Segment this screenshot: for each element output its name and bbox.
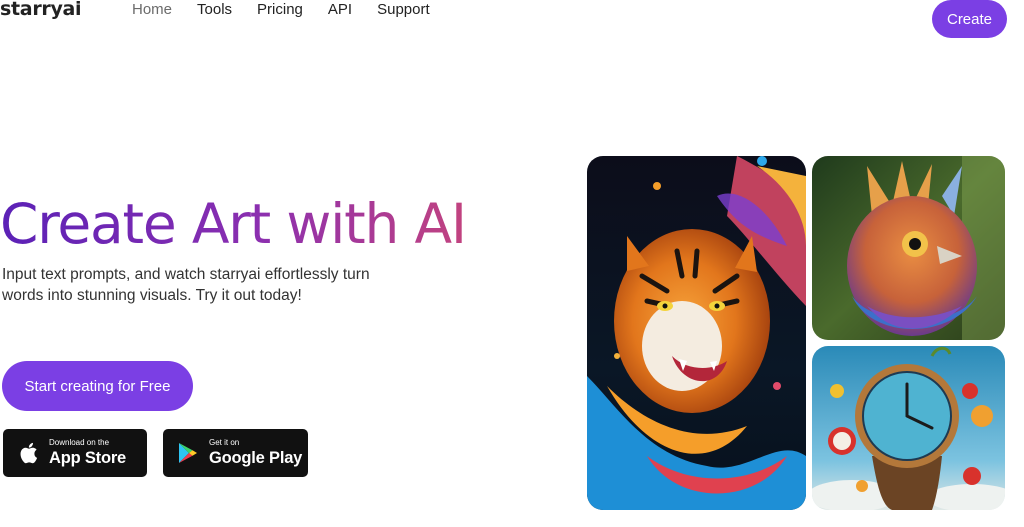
app-store-small-label: Download on the [49,438,110,448]
app-store-label: App Store [49,449,127,468]
apple-icon [17,440,39,466]
google-play-button[interactable]: Get it on Google Play [163,429,308,477]
nav-support[interactable]: Support [377,1,430,18]
nav-pricing[interactable]: Pricing [257,1,303,18]
nav-api[interactable]: API [328,1,352,18]
nav-home[interactable]: Home [132,1,172,18]
brand-logo[interactable]: starryai [0,0,82,20]
nav-tools[interactable]: Tools [197,1,232,18]
hero-title: Create Art with AI [0,192,467,256]
top-nav: Home Tools Pricing API Support [132,1,430,18]
clock-artwork-image [812,346,1005,510]
google-play-icon [177,440,199,466]
bird-artwork-image [812,156,1005,340]
start-creating-button[interactable]: Start creating for Free [2,361,193,411]
hero-subtitle: Input text prompts, and watch starryai e… [2,266,370,304]
create-button[interactable]: Create [932,0,1007,38]
app-store-button[interactable]: Download on the App Store [3,429,147,477]
google-play-label: Google Play [209,449,303,468]
google-play-small-label: Get it on [209,438,240,448]
tiger-artwork-image [587,156,806,510]
